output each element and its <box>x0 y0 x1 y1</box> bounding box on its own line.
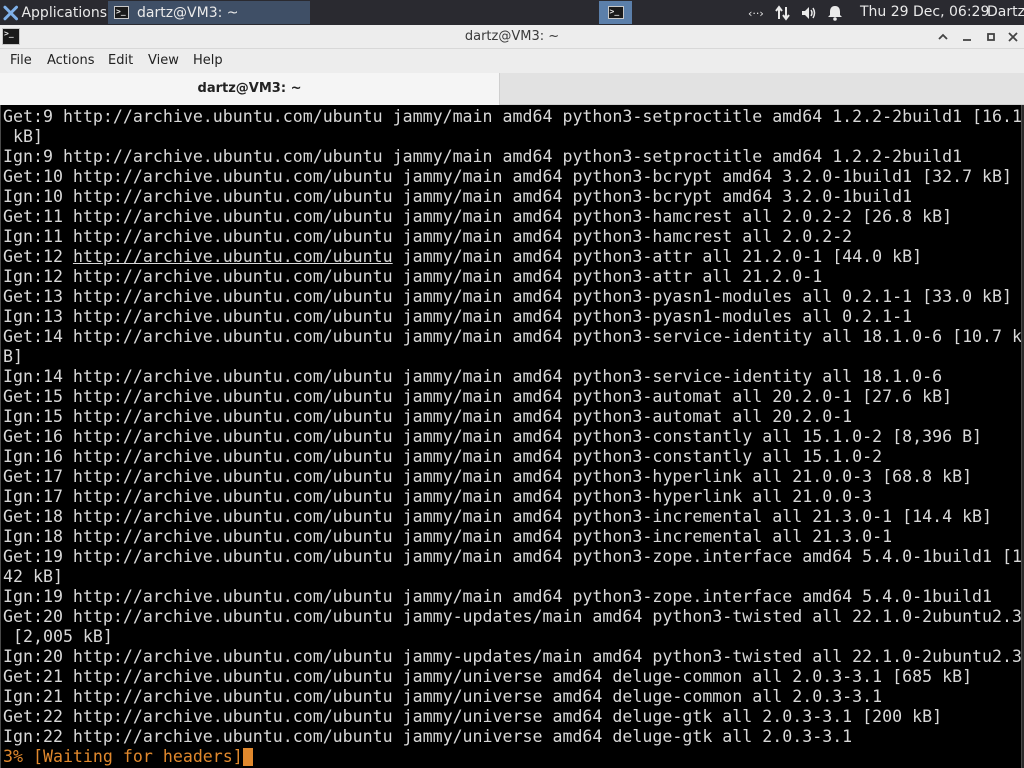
svg-text:‹··›: ‹··› <box>748 7 764 20</box>
applications-menu-button[interactable]: Applications <box>0 0 107 25</box>
window-titlebar[interactable]: >_ dartz@VM3: ~ <box>0 25 1024 49</box>
terminal-line: B] <box>3 347 23 366</box>
menu-view[interactable]: View <box>148 49 179 73</box>
menu-file[interactable]: File <box>10 49 32 73</box>
menu-help[interactable]: Help <box>193 49 223 73</box>
terminal-line: Ign:15 http://archive.ubuntu.com/ubuntu … <box>3 407 853 426</box>
window-title: dartz@VM3: ~ <box>464 29 560 44</box>
terminal-line: kB] <box>3 127 43 146</box>
terminal-line: Ign:12 http://archive.ubuntu.com/ubuntu … <box>3 267 823 286</box>
terminal-line: Get:13 http://archive.ubuntu.com/ubuntu … <box>3 287 1013 306</box>
maximize-icon <box>987 33 995 41</box>
terminal-lines: Get:9 http://archive.ubuntu.com/ubuntu j… <box>1 105 1021 747</box>
terminal-line: Ign:22 http://archive.ubuntu.com/ubuntu … <box>3 727 853 746</box>
terminal-line: Ign:14 http://archive.ubuntu.com/ubuntu … <box>3 367 943 386</box>
minimize-button[interactable] <box>956 25 978 49</box>
taskbar-terminal-button[interactable]: >_ dartz@VM3: ~ <box>108 1 310 24</box>
terminal-line: Get:10 http://archive.ubuntu.com/ubuntu … <box>3 167 1013 186</box>
terminal-line: Get:22 http://archive.ubuntu.com/ubuntu … <box>3 707 943 726</box>
terminal-line: Get:19 http://archive.ubuntu.com/ubuntu … <box>3 547 1022 566</box>
terminal-line: Ign:21 http://archive.ubuntu.com/ubuntu … <box>3 687 883 706</box>
terminal-line: Ign:11 http://archive.ubuntu.com/ubuntu … <box>3 227 853 246</box>
apt-status-line: 3% [Waiting for headers] <box>1 747 1021 767</box>
top-panel: Applications >_ dartz@VM3: ~ >_ ‹··› Thu… <box>0 0 1024 25</box>
workspace-switcher-button[interactable]: >_ <box>599 1 632 24</box>
terminal-line: Ign:18 http://archive.ubuntu.com/ubuntu … <box>3 527 893 546</box>
user-menu[interactable]: Dartz <box>987 0 1024 25</box>
xfce-logo-icon <box>3 5 18 20</box>
maximize-button[interactable] <box>980 25 1002 49</box>
terminal-line: Ign:19 http://archive.ubuntu.com/ubuntu … <box>3 587 993 606</box>
menu-actions[interactable]: Actions <box>47 49 95 73</box>
system-tray: ‹··› <box>748 0 852 25</box>
menu-edit[interactable]: Edit <box>108 49 133 73</box>
terminal-line: [2,005 kB] <box>3 627 113 646</box>
menubar: File Actions Edit View Help <box>0 49 1024 73</box>
network-icon[interactable]: ‹··› <box>748 5 766 21</box>
terminal-line: Ign:17 http://archive.ubuntu.com/ubuntu … <box>3 487 873 506</box>
terminal-line: Get:17 http://archive.ubuntu.com/ubuntu … <box>3 467 973 486</box>
close-icon <box>1008 32 1018 42</box>
terminal-line: Get:21 http://archive.ubuntu.com/ubuntu … <box>3 667 973 686</box>
terminal-line: Get:15 http://archive.ubuntu.com/ubuntu … <box>3 387 953 406</box>
terminal-line: Ign:9 http://archive.ubuntu.com/ubuntu j… <box>3 147 963 166</box>
terminal-line: Get:12 http://archive.ubuntu.com/ubuntu … <box>3 247 923 266</box>
shade-button[interactable] <box>932 25 954 49</box>
network-transfer-icon[interactable] <box>774 4 792 21</box>
terminal-line: Ign:20 http://archive.ubuntu.com/ubuntu … <box>3 647 1022 666</box>
terminal-line: Get:9 http://archive.ubuntu.com/ubuntu j… <box>3 107 1022 126</box>
chevron-up-icon <box>938 33 948 40</box>
terminal-icon: >_ <box>114 6 129 19</box>
applications-label: Applications <box>21 4 107 21</box>
terminal-icon: >_ <box>607 6 624 19</box>
tab-bar: dartz@VM3: ~ <box>0 73 1024 105</box>
volume-icon[interactable] <box>800 5 818 21</box>
terminal-hyperlink[interactable]: http://archive.ubuntu.com/ubuntu <box>73 247 393 266</box>
minimize-icon <box>963 39 971 41</box>
terminal-cursor <box>242 748 253 766</box>
terminal-tab[interactable]: dartz@VM3: ~ <box>0 73 500 105</box>
terminal-line: 42 kB] <box>3 567 63 586</box>
terminal-line: Ign:10 http://archive.ubuntu.com/ubuntu … <box>3 187 913 206</box>
apt-status-text: 3% [Waiting for headers] <box>3 747 243 766</box>
clock[interactable]: Thu 29 Dec, 06:29 <box>860 0 989 25</box>
terminal-line: Ign:13 http://archive.ubuntu.com/ubuntu … <box>3 307 913 326</box>
taskbar-terminal-title: dartz@VM3: ~ <box>137 4 239 21</box>
terminal-line: Ign:16 http://archive.ubuntu.com/ubuntu … <box>3 447 883 466</box>
terminal-line: Get:18 http://archive.ubuntu.com/ubuntu … <box>3 507 993 526</box>
terminal-line: Get:14 http://archive.ubuntu.com/ubuntu … <box>3 327 1022 346</box>
terminal-output[interactable]: Get:9 http://archive.ubuntu.com/ubuntu j… <box>0 105 1022 768</box>
close-button[interactable] <box>1002 25 1024 49</box>
terminal-line: Get:11 http://archive.ubuntu.com/ubuntu … <box>3 207 953 226</box>
terminal-line: Get:16 http://archive.ubuntu.com/ubuntu … <box>3 427 983 446</box>
terminal-line: Get:20 http://archive.ubuntu.com/ubuntu … <box>3 607 1022 626</box>
notifications-bell-icon[interactable] <box>826 5 844 21</box>
